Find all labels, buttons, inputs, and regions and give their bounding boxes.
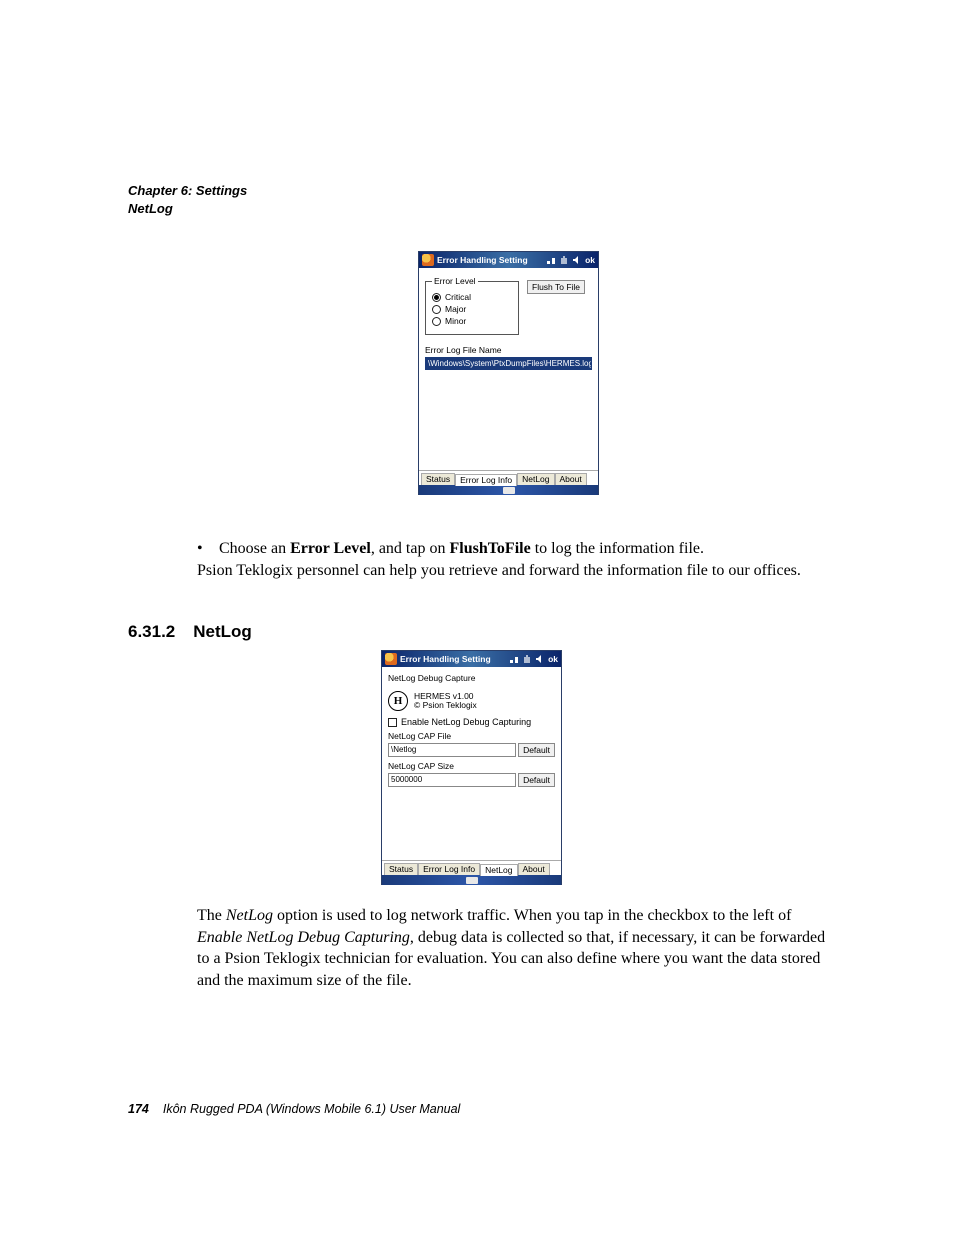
window-title: Error Handling Setting <box>400 654 491 664</box>
tab-about[interactable]: About <box>518 863 550 875</box>
tab-netlog[interactable]: NetLog <box>480 864 517 876</box>
section-title: NetLog <box>193 622 252 641</box>
ok-button[interactable]: ok <box>548 654 558 664</box>
hermes-info: H HERMES v1.00 © Psion Teklogix <box>388 691 555 711</box>
tab-error-log-info[interactable]: Error Log Info <box>455 474 517 486</box>
radio-icon <box>432 305 441 314</box>
capfile-label: NetLog CAP File <box>388 731 555 741</box>
paragraph: The NetLog option is used to log network… <box>197 905 837 991</box>
section-label: NetLog <box>128 200 247 218</box>
client-area: Error Level Critical Major Minor Flush T… <box>419 268 598 470</box>
section-number: 6.31.2 <box>128 622 175 641</box>
screenshot-netlog: Error Handling Setting ok NetLog Debug C… <box>381 650 562 885</box>
radio-minor[interactable]: Minor <box>432 316 512 326</box>
bullet-item: • Choose an Error Level, and tap on Flus… <box>197 538 837 560</box>
tab-status[interactable]: Status <box>384 863 418 875</box>
radio-label: Minor <box>445 316 466 326</box>
error-log-filename-label: Error Log File Name <box>425 345 592 355</box>
capfile-field[interactable]: \Netlog <box>388 743 516 757</box>
start-icon[interactable] <box>422 254 434 266</box>
hermes-text: HERMES v1.00 © Psion Teklogix <box>414 692 477 711</box>
titlebar: Error Handling Setting ok <box>382 651 561 667</box>
tab-strip: Status Error Log Info NetLog About <box>419 470 598 485</box>
keyboard-icon[interactable] <box>503 487 515 494</box>
tab-netlog[interactable]: NetLog <box>517 473 554 485</box>
radio-label: Critical <box>445 292 471 302</box>
tab-status[interactable]: Status <box>421 473 455 485</box>
page-number: 174 <box>128 1102 149 1116</box>
flush-to-file-button[interactable]: Flush To File <box>527 280 585 294</box>
book-title: Ikôn Rugged PDA (Windows Mobile 6.1) Use… <box>163 1102 460 1116</box>
sip-bar <box>419 485 598 495</box>
radio-label: Major <box>445 304 466 314</box>
manual-page: Chapter 6: Settings NetLog Error Handlin… <box>0 0 954 1235</box>
chapter-label: Chapter 6: Settings <box>128 182 247 200</box>
connectivity-icon[interactable] <box>546 255 556 265</box>
bullet-icon: • <box>197 538 219 560</box>
screenshot-error-handling: Error Handling Setting ok Error Level Cr… <box>418 251 599 495</box>
connectivity-icon[interactable] <box>509 654 519 664</box>
hermes-icon: H <box>388 691 408 711</box>
titlebar: Error Handling Setting ok <box>419 252 598 268</box>
start-icon[interactable] <box>385 653 397 665</box>
capfile-default-button[interactable]: Default <box>518 743 555 757</box>
netlog-caption: NetLog Debug Capture <box>388 673 555 683</box>
client-area: NetLog Debug Capture H HERMES v1.00 © Ps… <box>382 667 561 860</box>
error-level-group: Error Level Critical Major Minor <box>425 276 519 335</box>
capsize-field[interactable]: 5000000 <box>388 773 516 787</box>
capsize-default-button[interactable]: Default <box>518 773 555 787</box>
error-level-legend: Error Level <box>432 276 478 286</box>
volume-icon[interactable] <box>535 654 545 664</box>
checkbox-icon <box>388 718 397 727</box>
radio-icon <box>432 317 441 326</box>
page-footer: 174 Ikôn Rugged PDA (Windows Mobile 6.1) … <box>128 1102 460 1116</box>
keyboard-icon[interactable] <box>466 877 478 884</box>
tab-strip: Status Error Log Info NetLog About <box>382 860 561 875</box>
paragraph: Psion Teklogix personnel can help you re… <box>197 560 837 582</box>
sip-bar <box>382 875 561 885</box>
page-header: Chapter 6: Settings NetLog <box>128 182 247 217</box>
error-log-filename-field[interactable]: \Windows\System\PtxDumpFiles\HERMES.log <box>425 357 592 370</box>
volume-icon[interactable] <box>572 255 582 265</box>
radio-major[interactable]: Major <box>432 304 512 314</box>
section-heading: 6.31.2 NetLog <box>128 622 252 642</box>
window-title: Error Handling Setting <box>437 255 528 265</box>
enable-netlog-checkbox[interactable]: Enable NetLog Debug Capturing <box>388 717 555 727</box>
radio-critical[interactable]: Critical <box>432 292 512 302</box>
tab-about[interactable]: About <box>555 473 587 485</box>
tab-error-log-info[interactable]: Error Log Info <box>418 863 480 875</box>
bullet-text: Choose an Error Level, and tap on FlushT… <box>219 538 704 560</box>
ok-button[interactable]: ok <box>585 255 595 265</box>
radio-icon <box>432 293 441 302</box>
checkbox-label: Enable NetLog Debug Capturing <box>401 717 531 727</box>
capsize-label: NetLog CAP Size <box>388 761 555 771</box>
signal-icon[interactable] <box>522 654 532 664</box>
signal-icon[interactable] <box>559 255 569 265</box>
